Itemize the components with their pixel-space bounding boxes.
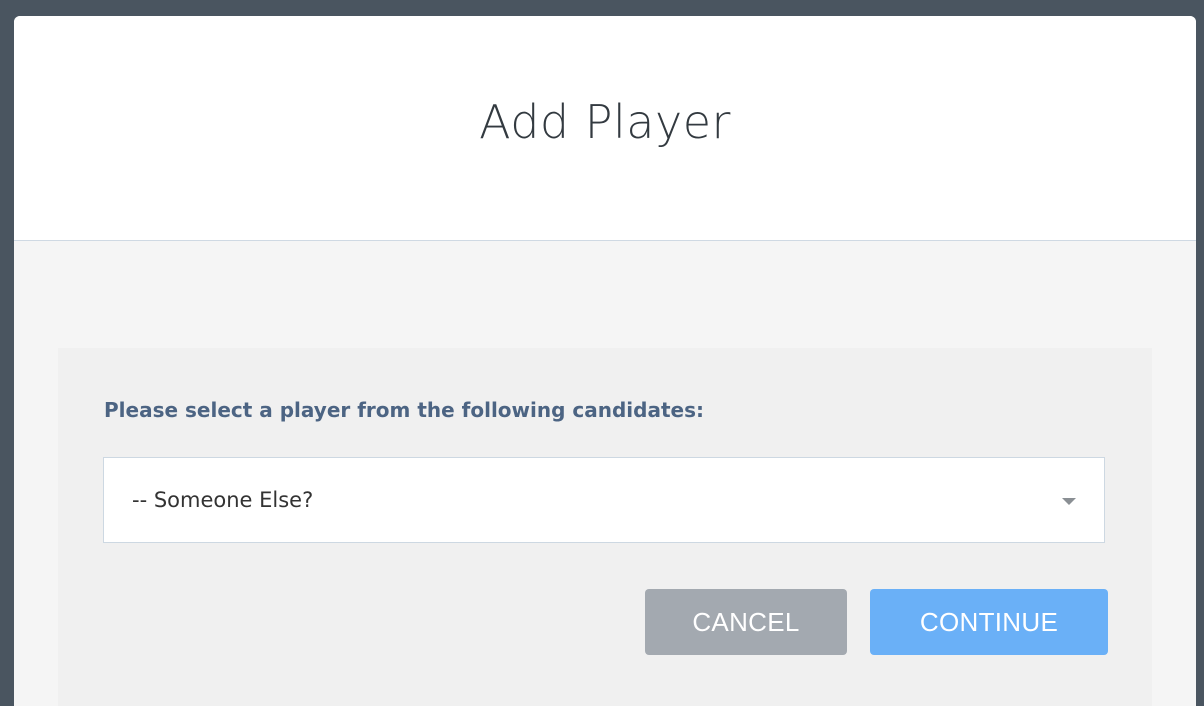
- chevron-down-icon[interactable]: [1062, 498, 1076, 505]
- player-select-value: -- Someone Else?: [132, 488, 314, 512]
- player-selection-panel: Please select a player from the followin…: [58, 348, 1152, 706]
- continue-button[interactable]: CONTINUE: [870, 589, 1108, 655]
- cancel-button[interactable]: CANCEL: [645, 589, 847, 655]
- prompt-label: Please select a player from the followin…: [104, 398, 704, 422]
- add-player-modal: Add Player Please select a player from t…: [14, 16, 1196, 706]
- player-select[interactable]: -- Someone Else?: [103, 457, 1105, 543]
- modal-header: Add Player: [14, 16, 1196, 241]
- modal-body: Please select a player from the followin…: [14, 241, 1196, 706]
- modal-title: Add Player: [479, 95, 731, 149]
